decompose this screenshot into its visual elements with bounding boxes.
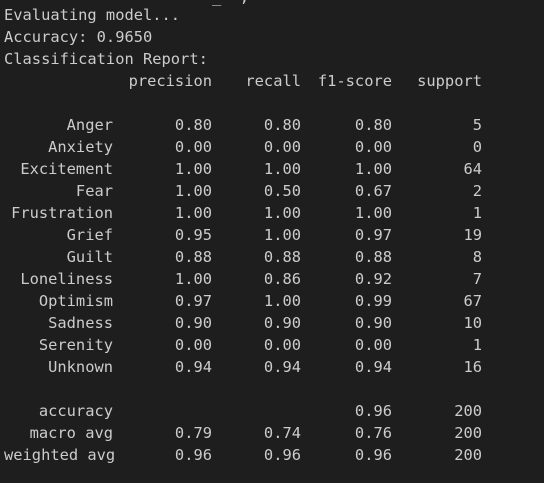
table-row: Anxiety 0.00 0.00 0.00 0 — [4, 136, 544, 158]
cell-support: 200 — [454, 402, 482, 420]
table-row: Fear 1.00 0.50 0.67 2 — [4, 180, 544, 202]
table-row: weighted avg 0.96 0.96 0.96 200 — [4, 444, 544, 466]
cell-support: 200 — [454, 424, 482, 442]
accuracy-line: Accuracy: 0.9650 — [4, 28, 153, 46]
cell-support: 0 — [472, 138, 482, 156]
table-row: Anger 0.80 0.80 0.80 5 — [4, 114, 544, 136]
cell-support: 1 — [472, 204, 482, 222]
evaluating-line: Evaluating model... — [4, 6, 181, 24]
report-header-row: precision recall f1-score support — [4, 70, 544, 92]
cell-support: 19 — [463, 226, 482, 244]
cell-support: 1 — [472, 336, 482, 354]
table-row: macro avg 0.79 0.74 0.76 200 — [4, 422, 544, 444]
table-row: Serenity 0.00 0.00 0.00 1 — [4, 334, 544, 356]
table-row: Sadness 0.90 0.90 0.90 10 — [4, 312, 544, 334]
table-row: Loneliness 1.00 0.86 0.92 7 — [4, 268, 544, 290]
terminal-output[interactable]: _ , Evaluating model... Accuracy: 0.9650… — [4, 0, 544, 483]
cell-support: 2 — [472, 182, 482, 200]
table-row: Frustration 1.00 1.00 1.00 1 — [4, 202, 544, 224]
report-title: Classification Report: — [4, 50, 208, 68]
cell-support: 200 — [454, 446, 482, 464]
cell-support: 8 — [472, 248, 482, 266]
cell-support: 16 — [463, 358, 482, 376]
table-row: Optimism 0.97 1.00 0.99 67 — [4, 290, 544, 312]
partial-output-line: _ , — [212, 0, 249, 8]
table-row: Excitement 1.00 1.00 1.00 64 — [4, 158, 544, 180]
table-row: Guilt 0.88 0.88 0.88 8 — [4, 246, 544, 268]
cell-support: 7 — [472, 270, 482, 288]
header-support: support — [417, 72, 482, 90]
table-row: Unknown 0.94 0.94 0.94 16 — [4, 356, 544, 378]
cell-support: 5 — [472, 116, 482, 134]
table-row: accuracy 0.96 200 — [4, 400, 544, 422]
cell-support: 10 — [463, 314, 482, 332]
cell-support: 64 — [463, 160, 482, 178]
cell-support: 67 — [463, 292, 482, 310]
table-row: Grief 0.95 1.00 0.97 19 — [4, 224, 544, 246]
